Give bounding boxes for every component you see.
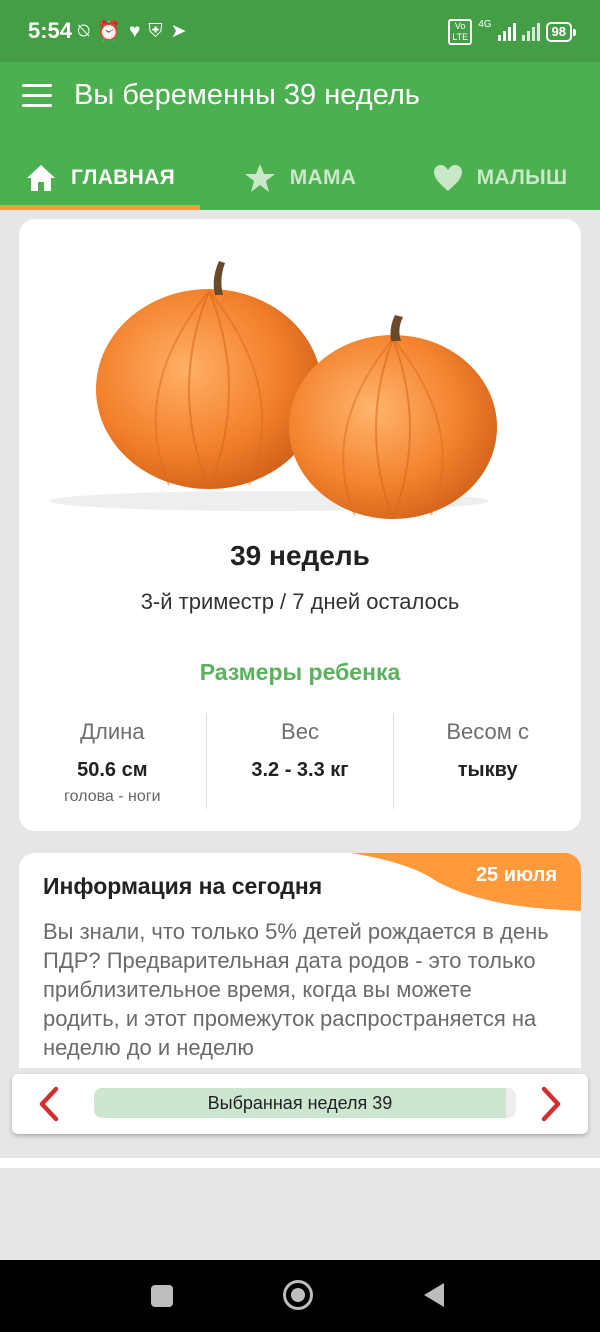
selected-week-label: Выбранная неделя 39 xyxy=(207,1093,393,1113)
week-selector: Выбранная неделя 39 xyxy=(12,1074,588,1134)
star-icon xyxy=(244,164,275,192)
stat-weight-value: 3.2 - 3.3 кг xyxy=(251,759,349,781)
status-right: Vo LTE 4G 98 xyxy=(448,18,577,45)
shield-icon: ⛨ xyxy=(148,21,163,42)
baby-sizes-title: Размеры ребенка xyxy=(199,659,401,685)
stat-length-label: Длина xyxy=(80,719,145,744)
week-card: 39 недель 3-й триместр / 7 дней осталось… xyxy=(19,219,581,831)
tab-main[interactable]: ГЛАВНАЯ xyxy=(0,146,200,210)
heart-icon: ♥ xyxy=(129,21,141,42)
stat-compare-value: тыкву xyxy=(457,759,518,781)
telegram-icon: ➤ xyxy=(170,21,187,42)
info-title: Информация на сегодня xyxy=(43,873,323,899)
volte-icon: Vo LTE xyxy=(448,19,473,45)
stat-length: Длина 50.6 см голова - ноги xyxy=(19,713,206,809)
ad-strip xyxy=(0,1158,600,1168)
week-title: 39 недель xyxy=(230,540,370,571)
home-nav-icon[interactable] xyxy=(283,1280,313,1310)
stat-length-value: 50.6 см xyxy=(77,759,148,781)
date-badge: 25 июля xyxy=(475,864,557,886)
info-text: Вы знали, что только 5% детей рождается … xyxy=(43,919,549,1060)
network-type: 4G xyxy=(478,18,492,30)
info-card: 25 июля Информация на сегодня Вы знали, … xyxy=(19,853,581,1068)
chevron-right-icon[interactable] xyxy=(530,1084,570,1124)
week-subtitle: 3-й триместр / 7 дней осталось xyxy=(140,589,460,614)
menu-icon[interactable] xyxy=(22,84,52,108)
page-title: Вы беременны 39 недель xyxy=(74,79,420,111)
tab-mom[interactable]: МАМА xyxy=(200,146,400,210)
signal-icon-2 xyxy=(521,23,540,41)
tab-main-label: ГЛАВНАЯ xyxy=(71,166,175,189)
signal-icon xyxy=(497,23,516,41)
recent-apps-icon[interactable] xyxy=(151,1285,173,1307)
stat-compare: Весом с тыкву xyxy=(393,713,581,809)
pumpkin-image xyxy=(49,261,497,520)
stat-weight-label: Вес xyxy=(281,719,319,744)
app-bar: Вы беременны 39 недель ГЛАВНАЯ МАМА МАЛЫ… xyxy=(0,62,600,210)
status-icons: ⍉ ⏰ ♥ ⛨ ➤ xyxy=(78,20,187,44)
status-time: 5:54 xyxy=(28,18,73,43)
chevron-left-icon[interactable] xyxy=(30,1084,70,1124)
battery-icon: 98 xyxy=(545,22,577,42)
alarm-icon: ⏰ xyxy=(97,21,122,42)
no-alarm-icon: ⍉ xyxy=(78,21,90,42)
baby-stats: Длина 50.6 см голова - ноги Вес 3.2 - 3.… xyxy=(19,713,581,809)
tab-mom-label: МАМА xyxy=(289,166,357,189)
tab-baby[interactable]: МАЛЫШ xyxy=(400,146,600,210)
tab-bar: ГЛАВНАЯ МАМА МАЛЫШ xyxy=(0,146,600,210)
back-icon[interactable] xyxy=(424,1283,444,1307)
status-bar: 5:54 ⍉ ⏰ ♥ ⛨ ➤ Vo LTE 4G 98 xyxy=(0,0,600,62)
stat-length-sub: голова - ноги xyxy=(64,788,161,805)
stat-weight: Вес 3.2 - 3.3 кг xyxy=(205,713,394,809)
home-icon xyxy=(27,165,55,191)
tab-baby-label: МАЛЫШ xyxy=(476,166,568,189)
heart-icon xyxy=(433,165,462,191)
stat-compare-label: Весом с xyxy=(446,719,529,744)
selected-week-bar[interactable]: Выбранная неделя 39 xyxy=(94,1088,516,1118)
